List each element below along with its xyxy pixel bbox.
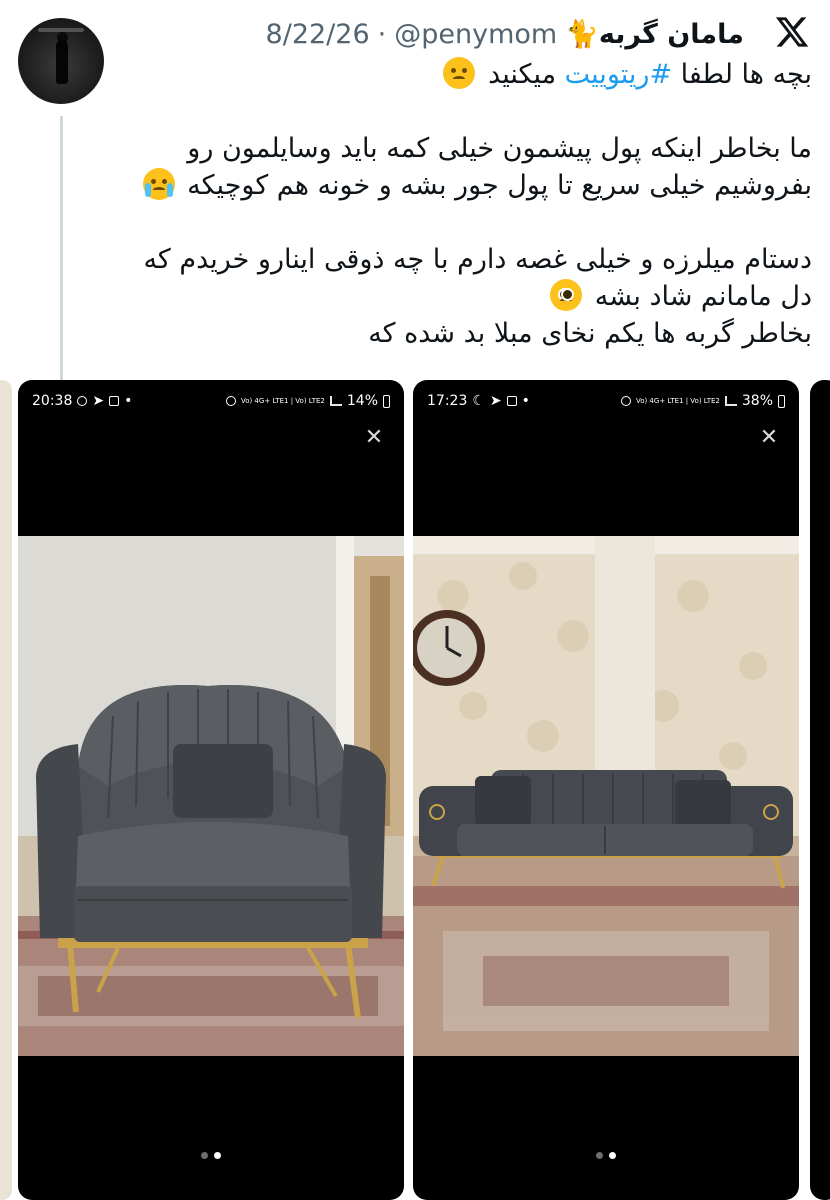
separator-dot: · (377, 18, 387, 50)
tweet-line-4: دستام میلرزه و خیلی غصه دارم با چه ذوقی … (143, 244, 812, 275)
media-card-sofa[interactable]: 17:23 ☾ ➤ • Vo) 4G+ LTE1 | Vo) LTE2 38% … (413, 380, 799, 1200)
battery-icon (778, 394, 785, 408)
page-dot[interactable] (596, 1152, 603, 1159)
loudly-crying-face-icon (142, 168, 175, 200)
status-time: 17:23 (427, 393, 468, 409)
tweet-header: مامان گربه🐈 @penymom · 8/22/26 (266, 14, 744, 54)
page-dot-active[interactable] (214, 1152, 221, 1159)
telegram-icon: ➤ (92, 393, 105, 409)
carousel-pagination (18, 1152, 404, 1159)
sofa-illustration (413, 536, 799, 1056)
pleading-face-icon (550, 279, 583, 311)
status-time: 20:38 (32, 393, 73, 409)
tweet-text: بچه ها لطفا #ریتوییت میکنید ما بخاطر این… (100, 56, 812, 352)
tweet-line-2: ما بخاطر اینکه پول پیشمون خیلی کمه باید … (187, 133, 812, 164)
media-card-previous[interactable] (0, 380, 12, 1200)
whatsapp-icon (77, 396, 88, 406)
thread-line (60, 116, 63, 380)
gallery-icon (506, 396, 517, 406)
battery-percent: 38% (741, 393, 773, 409)
phone-status-bar: 17:23 ☾ ➤ • Vo) 4G+ LTE1 | Vo) LTE2 38% (413, 388, 799, 414)
battery-alert-icon (109, 396, 120, 406)
tweet-line-1: بچه ها لطفا #ریتوییت میکنید (100, 56, 812, 93)
more-dot-icon: • (124, 393, 133, 409)
close-icon[interactable]: ✕ (759, 427, 779, 449)
alarm-icon (225, 396, 236, 406)
tweet-line-3: بفروشیم خیلی سریع تا پول جور بشه و خونه … (100, 167, 812, 204)
user-handle[interactable]: @penymom (394, 19, 557, 50)
armchair-photo (18, 536, 404, 1056)
alarm-icon (620, 396, 631, 406)
page-dot[interactable] (201, 1152, 208, 1159)
close-icon[interactable]: ✕ (364, 427, 384, 449)
signal-icon (329, 396, 342, 406)
page-dot-active[interactable] (609, 1152, 616, 1159)
tweet-line-6: بخاطر گربه ها یکم نخای مبلا بد شده که (368, 318, 812, 349)
network-label: Vo) 4G+ LTE1 | Vo) LTE2 (635, 397, 720, 405)
tweet-date[interactable]: 8/22/26 (266, 19, 370, 50)
signal-icon (724, 396, 737, 406)
armchair-illustration (18, 536, 404, 1056)
x-logo-icon[interactable] (774, 14, 810, 50)
carousel-pagination (413, 1152, 799, 1159)
sofa-photo (413, 536, 799, 1056)
disappointed-face-icon (443, 57, 476, 89)
hashtag-link[interactable]: #ریتوییت (565, 59, 672, 90)
tweet-line-5: دل مامانم شاد بشه (100, 278, 812, 315)
media-card-armchair[interactable]: 20:38 ➤ • Vo) 4G+ LTE1 | Vo) LTE2 14% ✕ (18, 380, 404, 1200)
battery-percent: 14% (346, 393, 378, 409)
moon-icon: ☾ (472, 393, 485, 409)
more-dot-icon: • (521, 393, 530, 409)
battery-icon (383, 394, 390, 408)
phone-status-bar: 20:38 ➤ • Vo) 4G+ LTE1 | Vo) LTE2 14% (18, 388, 404, 414)
network-label: Vo) 4G+ LTE1 | Vo) LTE2 (240, 397, 325, 405)
avatar[interactable] (18, 18, 104, 104)
telegram-icon: ➤ (489, 393, 502, 409)
media-card-next[interactable] (810, 380, 830, 1200)
display-name[interactable]: مامان گربه🐈 (565, 18, 744, 50)
